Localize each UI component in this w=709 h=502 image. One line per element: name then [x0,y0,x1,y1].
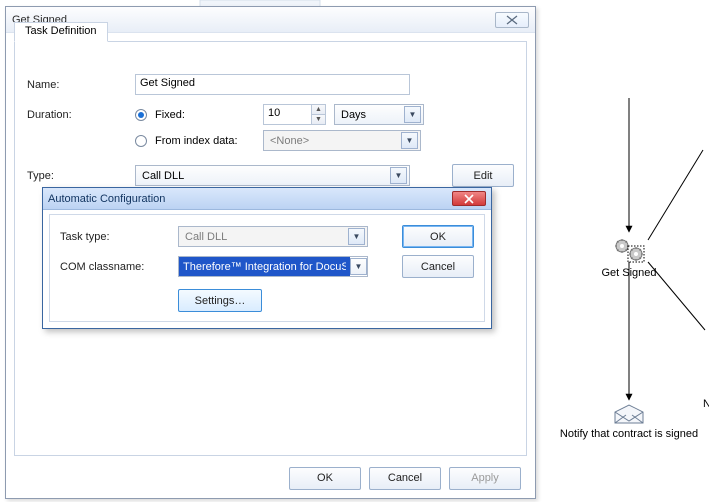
diagram-node-label[interactable]: Get Signed [549,267,709,279]
modal-ok-button[interactable]: OK [402,225,474,248]
fixed-radio[interactable] [135,109,147,121]
chevron-down-icon: ▼ [390,167,407,184]
tasktype-value: Call DLL [185,231,348,243]
close-icon[interactable] [452,191,486,206]
close-icon[interactable] [495,12,529,28]
fromindex-select[interactable]: <None> ▼ [263,130,421,151]
duration-label: Duration: [27,109,127,121]
fixed-value-input[interactable]: 10 [263,104,311,125]
tasktype-select: Call DLL ▼ [178,226,368,247]
ok-button[interactable]: OK [289,467,361,490]
type-label: Type: [27,170,127,182]
spin-up-icon[interactable]: ▲ [311,104,326,114]
classname-input[interactable] [179,257,350,276]
name-input[interactable]: Get Signed [135,74,410,95]
chevron-down-icon: ▼ [404,106,421,123]
modal-cancel-button[interactable]: Cancel [402,255,474,278]
chevron-down-icon: ▼ [401,132,418,149]
fromindex-radio[interactable] [135,135,147,147]
fromindex-label[interactable]: From index data: [155,135,255,147]
type-value: Call DLL [142,170,390,182]
automatic-configuration-dialog: Automatic Configuration Task type: Call … [42,187,492,329]
gear-icon [628,246,644,262]
edit-button[interactable]: Edit [452,164,514,187]
chevron-down-icon[interactable]: ▼ [350,258,367,275]
fixed-label[interactable]: Fixed: [155,109,255,121]
classname-select[interactable]: ▼ [178,256,368,277]
tab-task-definition[interactable]: Task Definition [14,22,108,42]
envelope-icon [615,405,643,423]
fixed-unit-select[interactable]: Days ▼ [334,104,424,125]
cancel-button[interactable]: Cancel [369,467,441,490]
fixed-unit-value: Days [341,109,404,121]
modal-title: Automatic Configuration [48,193,165,205]
fromindex-value: <None> [270,135,401,147]
type-select[interactable]: Call DLL ▼ [135,165,410,186]
chevron-down-icon: ▼ [348,228,365,245]
name-label: Name: [27,79,127,91]
tasktype-label: Task type: [60,231,170,243]
settings-button[interactable]: Settings… [178,289,262,312]
svg-text:N: N [703,398,709,410]
diagram-node-label[interactable]: Notify that contract is signed [549,428,709,440]
classname-label: COM classname: [60,261,170,273]
tab-label: Task Definition [25,25,97,37]
gear-icon [615,239,629,253]
modal-titlebar[interactable]: Automatic Configuration [43,188,491,210]
spin-down-icon[interactable]: ▼ [311,114,326,125]
apply-button[interactable]: Apply [449,467,521,490]
